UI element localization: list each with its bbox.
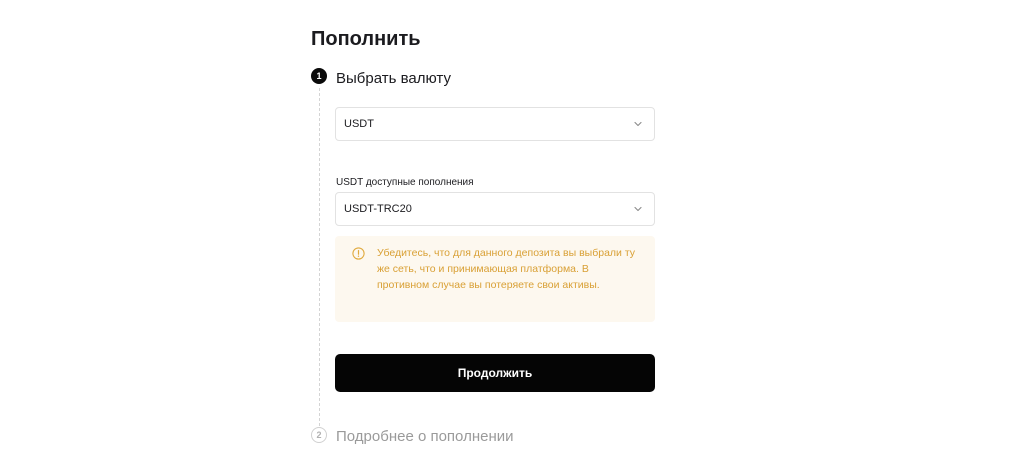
page-title: Пополнить xyxy=(311,28,421,50)
step-2-title: Подробнее о пополнении xyxy=(336,428,514,445)
warning-circle-icon xyxy=(352,247,365,260)
currency-select-value: USDT xyxy=(344,118,374,130)
warning-text: Убедитесь, что для данного депозита вы в… xyxy=(377,247,636,291)
step-connector-line xyxy=(319,88,320,426)
step-1-title: Выбрать валюту xyxy=(336,70,451,87)
deposit-page: Пополнить 1 Выбрать валюту USDT USDT дос… xyxy=(0,0,1024,471)
chevron-down-icon xyxy=(634,206,642,212)
network-select-value: USDT-TRC20 xyxy=(344,203,412,215)
step-1-badge: 1 xyxy=(311,68,327,84)
step-2-badge: 2 xyxy=(311,427,327,443)
network-warning-box: Убедитесь, что для данного депозита вы в… xyxy=(335,236,655,322)
network-field-label: USDT доступные пополнения xyxy=(336,177,474,188)
continue-button[interactable]: Продолжить xyxy=(335,354,655,392)
currency-select[interactable]: USDT xyxy=(335,107,655,141)
network-select[interactable]: USDT-TRC20 xyxy=(335,192,655,226)
chevron-down-icon xyxy=(634,121,642,127)
